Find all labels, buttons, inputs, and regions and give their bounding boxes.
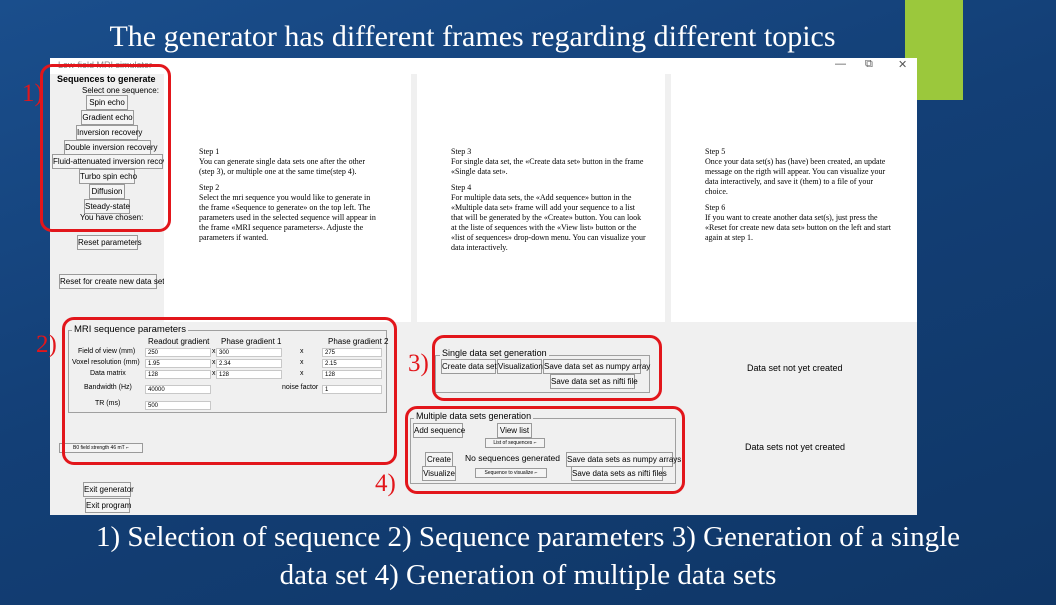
highlight-sequences bbox=[40, 64, 171, 232]
instructions-panel-1: Step 1 You can generate single data sets … bbox=[164, 74, 411, 322]
step1-text: You can generate single data sets one af… bbox=[199, 157, 366, 176]
single-status: Data set not yet created bbox=[747, 363, 843, 373]
reset-parameters-button[interactable]: Reset parameters bbox=[77, 235, 142, 250]
reset-new-data-set-button[interactable]: Reset for create new data set bbox=[59, 274, 165, 289]
step2-title: Step 2 bbox=[199, 183, 220, 192]
marker-2: 2) bbox=[36, 331, 57, 358]
step1-title: Step 1 bbox=[199, 147, 220, 156]
exit-program-button[interactable]: Exit program bbox=[85, 498, 131, 513]
caption-line-1: 1) Selection of sequence 2) Sequence par… bbox=[95, 521, 960, 553]
window-titlebar: Low-field MRI simulator — ⧉ ✕ bbox=[50, 58, 917, 74]
marker-1: 1) bbox=[22, 80, 43, 107]
close-icon[interactable]: ✕ bbox=[898, 58, 907, 71]
step6-title: Step 6 bbox=[705, 203, 726, 212]
step5-title: Step 5 bbox=[705, 147, 726, 156]
highlight-params bbox=[62, 317, 397, 465]
highlight-multiple bbox=[405, 406, 685, 494]
instructions-panel-2: Step 3 For single data set, the «Create d… bbox=[417, 74, 665, 322]
maximize-icon[interactable]: ⧉ bbox=[865, 58, 873, 71]
marker-3: 3) bbox=[408, 350, 429, 377]
instructions-col1: Step 1 You can generate single data sets … bbox=[199, 147, 379, 249]
instructions-col2: Step 3 For single data set, the «Create d… bbox=[451, 147, 646, 259]
marker-4: 4) bbox=[375, 470, 396, 497]
step3-text: For single data set, the «Create data se… bbox=[451, 157, 644, 176]
step2-text: Select the mri sequence you would like t… bbox=[199, 193, 376, 242]
highlight-single bbox=[432, 335, 662, 401]
exit-generator-button[interactable]: Exit generator bbox=[83, 482, 134, 497]
instructions-panel-3: Step 5 Once your data set(s) has (have) b… bbox=[671, 74, 917, 322]
step4-text: For multiple data sets, the «Add sequenc… bbox=[451, 193, 646, 252]
caption-line-2: data set 4) Generation of multiple data … bbox=[279, 559, 777, 591]
multiple-status: Data sets not yet created bbox=[745, 442, 846, 452]
step4-title: Step 4 bbox=[451, 183, 472, 192]
instructions-col3: Step 5 Once your data set(s) has (have) b… bbox=[705, 147, 895, 249]
step3-title: Step 3 bbox=[451, 147, 472, 156]
slide-caption: 1) Selection of sequence 2) Sequence par… bbox=[0, 518, 1056, 594]
step6-text: If you want to create another data set(s… bbox=[705, 213, 891, 242]
slide-title: The generator has different frames regar… bbox=[109, 20, 836, 53]
step5-text: Once your data set(s) has (have) been cr… bbox=[705, 157, 886, 196]
minimize-icon[interactable]: — bbox=[835, 58, 846, 70]
